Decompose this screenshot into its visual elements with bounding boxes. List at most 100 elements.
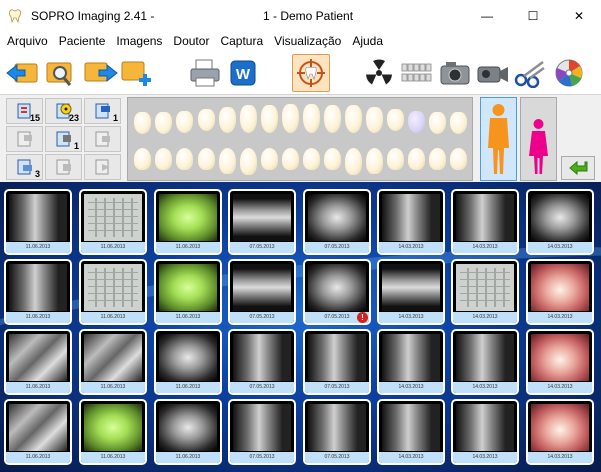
image-thumbnail[interactable]: 14.03.2013 (377, 189, 445, 255)
image-thumbnail[interactable]: 07.05.2013 (303, 329, 371, 395)
tooth-22[interactable] (324, 105, 341, 133)
image-thumbnail[interactable]: 14.03.2013 (526, 329, 594, 395)
new-folder-button[interactable] (118, 54, 156, 92)
tooth-17[interactable] (155, 112, 172, 134)
tooth-42[interactable] (261, 148, 278, 170)
tooth-15[interactable] (198, 109, 215, 131)
minimize-button[interactable]: — (464, 0, 510, 32)
tooth-34[interactable] (366, 148, 383, 174)
tooth-26[interactable] (408, 111, 425, 133)
tooth-43[interactable] (240, 148, 257, 175)
tooth-11[interactable] (282, 104, 299, 133)
menu-ajuda[interactable]: Ajuda (348, 32, 387, 51)
search-folder-button[interactable] (42, 54, 80, 92)
tooth-37[interactable] (429, 148, 446, 170)
tooth-35[interactable] (387, 148, 404, 170)
title-bar: SOPRO Imaging 2.41 - 1 - Demo Patient — … (0, 0, 601, 32)
tooth-23[interactable] (345, 105, 362, 133)
radiation-button[interactable] (360, 54, 398, 92)
filter-document[interactable] (84, 126, 121, 152)
back-button[interactable] (561, 156, 595, 180)
image-thumbnail[interactable]: 14.03.2013 (451, 329, 519, 395)
image-thumbnail[interactable]: 11.06.2013 (4, 399, 72, 465)
image-thumbnail[interactable]: 11.06.2013 (4, 259, 72, 325)
image-thumbnail[interactable]: 11.06.2013 (4, 329, 72, 395)
image-thumbnail[interactable]: 14.03.2013 (451, 259, 519, 325)
image-thumbnail[interactable]: 14.03.2013 (526, 259, 594, 325)
color-wheel-button[interactable] (550, 54, 588, 92)
tooth-32[interactable] (324, 148, 341, 170)
image-thumbnail[interactable]: 11.06.2013 (79, 329, 147, 395)
image-thumbnail[interactable]: 11.06.2013 (154, 329, 222, 395)
tooth-48[interactable] (134, 148, 151, 170)
filter-radiography[interactable]: 1 (45, 126, 82, 152)
image-thumbnail[interactable]: 07.05.2013 (228, 329, 296, 395)
tooth-41[interactable] (282, 148, 299, 170)
image-thumbnail[interactable]: 11.06.2013 (79, 399, 147, 465)
video-camera-button[interactable] (474, 54, 512, 92)
tooth-13[interactable] (240, 105, 257, 133)
menu-captura[interactable]: Captura (216, 32, 267, 51)
close-button[interactable]: ✕ (556, 0, 601, 32)
menu-arquivo[interactable]: Arquivo (3, 32, 52, 51)
filter-xray-sensor[interactable]: 23 (45, 98, 82, 124)
tooth-38[interactable] (450, 148, 467, 170)
tooth-45[interactable] (198, 148, 215, 170)
image-thumbnail[interactable]: 11.06.2013 (154, 259, 222, 325)
forward-folder-button[interactable] (82, 54, 120, 92)
tooth-12[interactable] (261, 105, 278, 133)
word-export-button[interactable]: W (224, 54, 262, 92)
image-thumbnail[interactable]: 14.03.2013 (526, 399, 594, 465)
image-thumbnail[interactable]: 07.05.2013 (303, 189, 371, 255)
thumbnail-caption: 11.06.2013 (81, 312, 145, 323)
image-thumbnail[interactable]: 07.05.2013 (303, 399, 371, 465)
image-thumbnail[interactable]: 07.05.2013 (228, 399, 296, 465)
capture-target-button[interactable] (292, 54, 330, 92)
tooth-31[interactable] (303, 148, 320, 170)
menu-visualizacao[interactable]: Visualização (270, 32, 345, 51)
patient-female-button[interactable] (520, 97, 557, 181)
tooth-21[interactable] (303, 104, 320, 133)
image-thumbnail[interactable]: 11.06.2013 (4, 189, 72, 255)
print-button[interactable] (186, 54, 224, 92)
tooth-16[interactable] (176, 111, 193, 133)
image-thumbnail[interactable]: 07.05.2013 (228, 259, 296, 325)
image-thumbnail[interactable]: 14.03.2013 (451, 399, 519, 465)
image-thumbnail[interactable]: 14.03.2013 (377, 329, 445, 395)
filter-panoramic[interactable]: 1 (84, 98, 121, 124)
tooth-14[interactable] (219, 107, 236, 133)
image-thumbnail[interactable]: 07.05.2013 (228, 189, 296, 255)
filter-ceph[interactable] (45, 154, 82, 180)
filter-scanner[interactable]: 3 (6, 154, 43, 180)
sensor-button[interactable] (398, 54, 436, 92)
back-folder-button[interactable] (4, 54, 42, 92)
image-thumbnail[interactable]: 14.03.2013 (526, 189, 594, 255)
filter-other[interactable] (84, 154, 121, 180)
image-thumbnail[interactable]: 14.03.2013 (377, 259, 445, 325)
tooth-24[interactable] (366, 107, 383, 133)
camera-button[interactable] (436, 54, 474, 92)
scissors-button[interactable] (512, 54, 550, 92)
tooth-28[interactable] (450, 112, 467, 134)
filter-intraoral-camera[interactable]: 15 (6, 98, 43, 124)
tooth-36[interactable] (408, 148, 425, 170)
image-thumbnail[interactable]: 11.06.2013 (154, 399, 222, 465)
filter-photo[interactable] (6, 126, 43, 152)
maximize-button[interactable]: ☐ (510, 0, 556, 32)
tooth-27[interactable] (429, 112, 446, 134)
menu-doutor[interactable]: Doutor (169, 32, 213, 51)
tooth-44[interactable] (219, 148, 236, 174)
image-thumbnail[interactable]: 11.06.2013 (154, 189, 222, 255)
image-thumbnail[interactable]: 11.06.2013 (79, 259, 147, 325)
image-thumbnail[interactable]: 11.06.2013 (79, 189, 147, 255)
tooth-46[interactable] (176, 148, 193, 170)
patient-male-button[interactable] (480, 97, 517, 181)
tooth-25[interactable] (387, 109, 404, 131)
tooth-47[interactable] (155, 148, 172, 170)
tooth-33[interactable] (345, 148, 362, 175)
tooth-18[interactable] (134, 112, 151, 134)
image-thumbnail[interactable]: 14.03.2013 (451, 189, 519, 255)
menu-paciente[interactable]: Paciente (55, 32, 110, 51)
image-thumbnail[interactable]: 14.03.2013 (377, 399, 445, 465)
menu-imagens[interactable]: Imagens (112, 32, 166, 51)
